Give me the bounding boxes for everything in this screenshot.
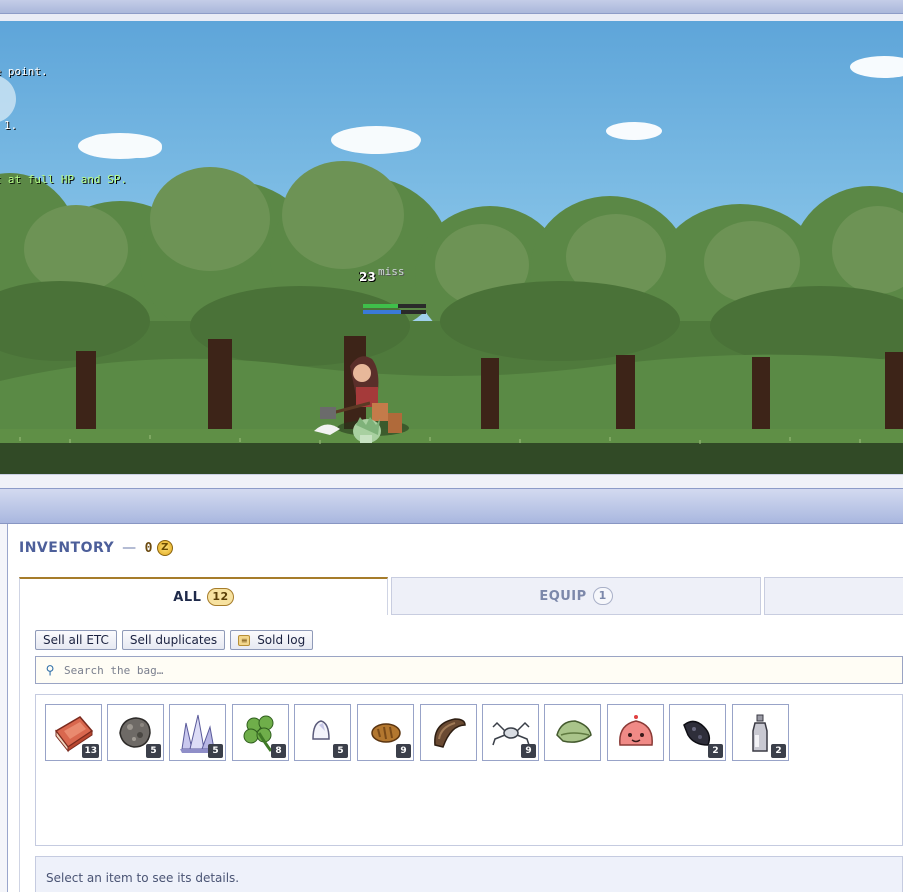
item-quantity: 2 [708,744,723,758]
sp-bar-fill [363,310,401,314]
inventory-window-titlebar[interactable] [0,488,903,524]
search-input[interactable] [64,663,884,677]
item-slot[interactable]: 5 [107,704,164,761]
item-slot[interactable] [420,704,477,761]
item-slot[interactable]: 2 [732,704,789,761]
item-quantity: 2 [771,744,786,758]
item-slot[interactable] [544,704,601,761]
button-label: Sold log [257,633,306,647]
item-slot[interactable]: 5 [169,704,226,761]
inventory-title: INVENTORY [19,540,115,556]
tab-count-badge: 1 [592,587,613,605]
tab-count-badge: 12 [207,588,234,606]
hp-bar-fill [363,304,398,308]
damage-number: 23 [359,270,376,284]
pink-poring-icon [619,715,653,746]
item-quantity: 8 [271,744,286,758]
miss-indicator: miss [378,265,405,278]
tab-more[interactable] [764,577,903,615]
inventory-actions: Sell all ETC Sell duplicates ≡ Sold log [35,630,314,650]
item-quantity: 5 [146,744,161,758]
item-slot[interactable] [607,704,664,761]
sell-duplicates-button[interactable]: Sell duplicates [121,630,226,650]
green-leaf-icon [556,720,592,743]
forest-background [0,56,903,474]
chat-line: 1. [4,119,18,132]
tab-label: ALL [173,589,202,605]
game-window-titlebar [0,0,903,14]
inventory-header: INVENTORY — 0 Z [19,540,173,556]
window-gap [0,474,903,488]
item-slot[interactable]: 9 [357,704,414,761]
chat-log: ve point. 1. et at full HP and SP. [0,27,127,225]
tab-all[interactable]: ALL 12 [19,577,388,615]
item-details-panel: Select an item to see its details. [35,856,903,892]
horn-icon [434,718,466,748]
game-window-border [0,14,903,21]
item-grid: 13 5 5 8 5 9 9 2 2 [35,694,903,846]
item-quantity: 9 [521,744,536,758]
item-slot[interactable]: 8 [232,704,289,761]
bag-search: ⚲ [35,656,903,684]
item-quantity: 9 [396,744,411,758]
tab-equip[interactable]: EQUIP 1 [391,577,761,615]
item-slot[interactable]: 9 [482,704,539,761]
tab-label: EQUIP [539,588,587,604]
sold-log-button[interactable]: ≡ Sold log [230,630,314,650]
scroll-icon: ≡ [238,634,251,646]
header-separator: — [122,540,137,556]
details-hint: Select an item to see its details. [46,871,240,885]
item-quantity: 13 [82,744,99,758]
inventory-tabs: ALL 12 EQUIP 1 [19,577,903,615]
chat-line-system: et at full HP and SP. [0,173,128,186]
item-slot[interactable]: 13 [45,704,102,761]
button-label: Sell all ETC [43,633,109,647]
item-quantity: 5 [333,744,348,758]
zeny-amount: 0 [144,540,153,556]
search-icon: ⚲ [45,663,55,677]
side-panel-edge [0,524,8,892]
game-viewport[interactable]: ve point. 1. et at full HP and SP. 23 mi… [0,21,903,474]
zeny-coin-icon: Z [156,540,173,556]
item-slot[interactable]: 5 [294,704,351,761]
sell-all-etc-button[interactable]: Sell all ETC [35,630,117,650]
chat-line: ve point. [0,65,48,78]
button-label: Sell duplicates [129,633,218,647]
item-slot[interactable]: 2 [669,704,726,761]
item-quantity: 5 [208,744,223,758]
